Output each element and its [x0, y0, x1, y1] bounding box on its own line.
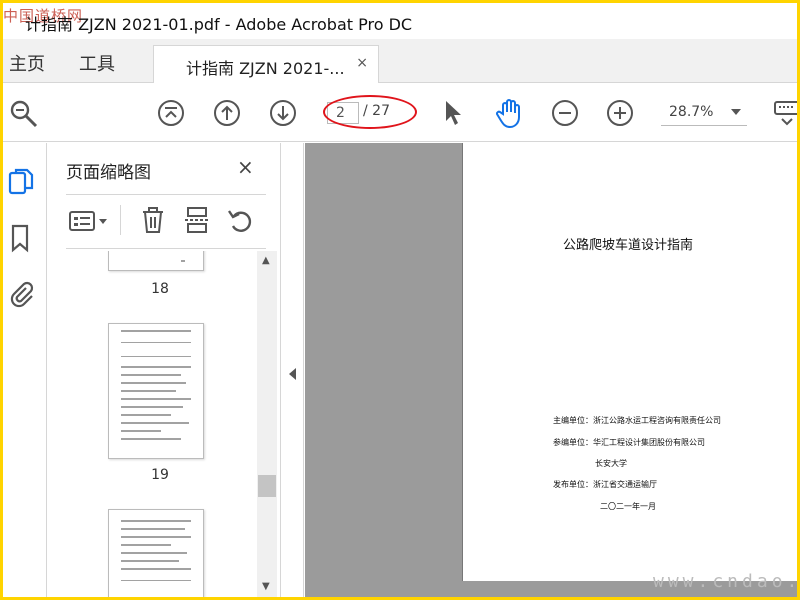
zoom-in-icon[interactable] [606, 99, 634, 127]
toolbar: 2 / 27 28.7% [3, 83, 797, 142]
thumbnail-scrollbar[interactable]: ▲ ▼ [257, 251, 277, 597]
bookmark-icon[interactable] [7, 223, 35, 253]
keyboard-icon[interactable] [773, 99, 797, 129]
divider [66, 248, 266, 249]
divider [66, 194, 266, 195]
chevron-left-icon [289, 368, 296, 380]
attachment-icon[interactable] [7, 279, 35, 309]
tab-document-label: 计指南 ZJZN 2021-... [186, 59, 345, 78]
panel-title: 页面缩略图 [66, 163, 151, 183]
co-editor-line: 参编单位：华汇工程设计集团股份有限公司 [553, 438, 705, 447]
pdf-page: 公路爬坡车道设计指南 主编单位：浙江公路水运工程咨询有限责任公司 参编单位：华汇… [462, 143, 797, 581]
options-menu-icon[interactable] [68, 209, 112, 233]
search-icon[interactable] [9, 99, 39, 129]
zoom-value: 28.7% [669, 104, 714, 120]
chevron-up-icon[interactable]: ▲ [262, 255, 270, 266]
divider [120, 205, 121, 235]
document-heading: 公路爬坡车道设计指南 [562, 238, 693, 253]
close-icon[interactable]: × [356, 55, 368, 71]
thumbnail-list: 18 19 [66, 251, 254, 597]
publisher-line: 发布单位：浙江省交通运输厅 [553, 480, 657, 489]
chevron-down-icon [731, 109, 741, 115]
thumbnail-label: 18 [151, 281, 169, 297]
window-title: 计指南 ZJZN 2021-01.pdf - Adobe Acrobat Pro… [25, 15, 413, 34]
app-window: 中国道桥网 计指南 ZJZN 2021-01.pdf - Adobe Acrob… [3, 3, 797, 597]
hand-icon[interactable] [495, 97, 525, 129]
page-thumbnail[interactable] [108, 509, 204, 597]
thumbnail-label: 19 [151, 467, 169, 483]
panel-tools [68, 203, 268, 239]
chevron-down-icon[interactable]: ▼ [262, 581, 270, 592]
tab-document[interactable]: 计指南 ZJZN 2021-... × [153, 45, 379, 84]
delete-icon[interactable] [140, 206, 166, 234]
publish-date: 二〇二一年一月 [600, 502, 656, 511]
first-page-icon[interactable] [157, 99, 185, 127]
tab-bar: 主页 工具 计指南 ZJZN 2021-... × [3, 39, 797, 84]
next-page-icon[interactable] [269, 99, 297, 127]
page-thumbnail[interactable] [108, 323, 204, 459]
zoom-out-icon[interactable] [551, 99, 579, 127]
page-thumbnails-icon[interactable] [7, 167, 35, 197]
document-view: 公路爬坡车道设计指南 主编单位：浙江公路水运工程咨询有限责任公司 参编单位：华汇… [305, 143, 797, 597]
close-icon[interactable]: × [237, 155, 254, 179]
panel-collapse-handle[interactable] [282, 143, 304, 597]
select-arrow-icon[interactable] [443, 99, 463, 127]
tab-tools[interactable]: 工具 [79, 50, 115, 76]
red-ellipse-annotation [323, 95, 417, 129]
tab-home[interactable]: 主页 [9, 50, 45, 76]
watermark-site: www.cndao.com [653, 571, 797, 592]
extract-icon[interactable] [184, 206, 210, 234]
left-rail [3, 143, 47, 597]
thumbnails-panel: 页面缩略图 × 18 19 ▲ ▼ [48, 143, 281, 597]
rotate-icon[interactable] [226, 206, 254, 234]
zoom-select[interactable]: 28.7% [661, 100, 747, 126]
prev-page-icon[interactable] [213, 99, 241, 127]
page-thumbnail[interactable] [108, 251, 204, 271]
chief-editor-line: 主编单位：浙江公路水运工程咨询有限责任公司 [553, 416, 721, 425]
scrollbar-thumb[interactable] [258, 475, 276, 497]
co-editor-line-2: 长安大学 [595, 459, 627, 468]
title-bar: 中国道桥网 计指南 ZJZN 2021-01.pdf - Adobe Acrob… [3, 3, 797, 39]
